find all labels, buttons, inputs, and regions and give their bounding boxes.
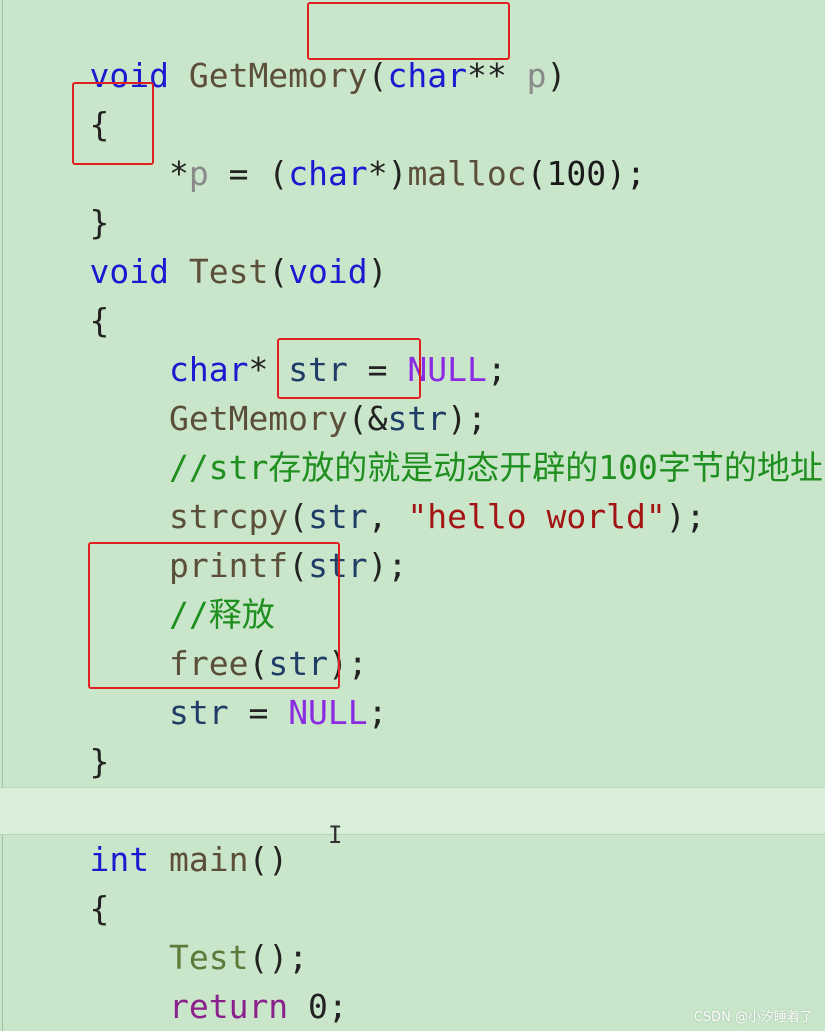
code-line-printf[interactable]: printf(str); (10, 492, 407, 585)
highlight-box-parameter (307, 2, 510, 60)
punctuation: () (248, 840, 289, 879)
code-line-brace-open[interactable]: { (10, 835, 109, 928)
text-cursor-icon: I (328, 821, 343, 849)
parameter: p (188, 154, 209, 193)
brace: } (89, 742, 110, 781)
code-line-comment-address[interactable]: //str存放的就是动态开辟的100字节的地址 (10, 394, 823, 487)
variable: str (168, 693, 229, 732)
code-line-str-declaration[interactable]: char* str = NULL; (10, 296, 507, 389)
gutter-divider (2, 0, 3, 1031)
function-name: GetMemory (168, 56, 368, 95)
keyword: void (288, 252, 368, 291)
keyword: char (288, 154, 368, 193)
punctuation: = (228, 693, 289, 732)
punctuation: ( (268, 252, 289, 291)
keyword: return (168, 987, 289, 1026)
deref-operator: * (168, 154, 189, 193)
code-line-test-call[interactable]: Test(); (10, 884, 308, 977)
code-line-test-signature[interactable]: void Test(void) (10, 198, 387, 291)
code-line-brace-open[interactable]: { (10, 247, 109, 340)
punctuation: (100); (526, 154, 646, 193)
punctuation: *) (367, 154, 408, 193)
punctuation: ) (367, 252, 388, 291)
punctuation: ) (546, 56, 567, 95)
code-editor[interactable]: void GetMemory(char** p) { *p = (char*)m… (0, 0, 825, 1031)
punctuation: = ( (208, 154, 289, 193)
code-line-main-signature[interactable]: int main() (10, 786, 288, 879)
punctuation: ** (467, 56, 507, 95)
code-line-return[interactable]: return 0; (10, 933, 348, 1026)
punctuation: ); (367, 546, 408, 585)
function-name: Test (168, 252, 269, 291)
code-line-brace-close[interactable]: } (10, 982, 109, 1031)
highlight-box-deref (72, 82, 154, 165)
punctuation: ; (367, 693, 388, 732)
keyword: char (387, 56, 468, 95)
watermark: CSDN @小汐睡着了 (693, 1010, 813, 1025)
macro: NULL (288, 693, 368, 732)
code-line-brace-close[interactable]: } (10, 688, 109, 781)
highlight-box-free (88, 542, 340, 689)
code-line-strcpy[interactable]: strcpy(str, "hello world"); (10, 443, 705, 536)
punctuation: ; (486, 350, 507, 389)
punctuation: 0; (288, 987, 348, 1026)
punctuation: ( (367, 56, 388, 95)
function-name: main (149, 840, 249, 879)
highlight-box-address-arg (277, 338, 421, 399)
function-name: malloc (407, 154, 527, 193)
parameter: p (506, 56, 547, 95)
string-literal: "hello world" (407, 497, 666, 536)
punctuation: ); (665, 497, 706, 536)
